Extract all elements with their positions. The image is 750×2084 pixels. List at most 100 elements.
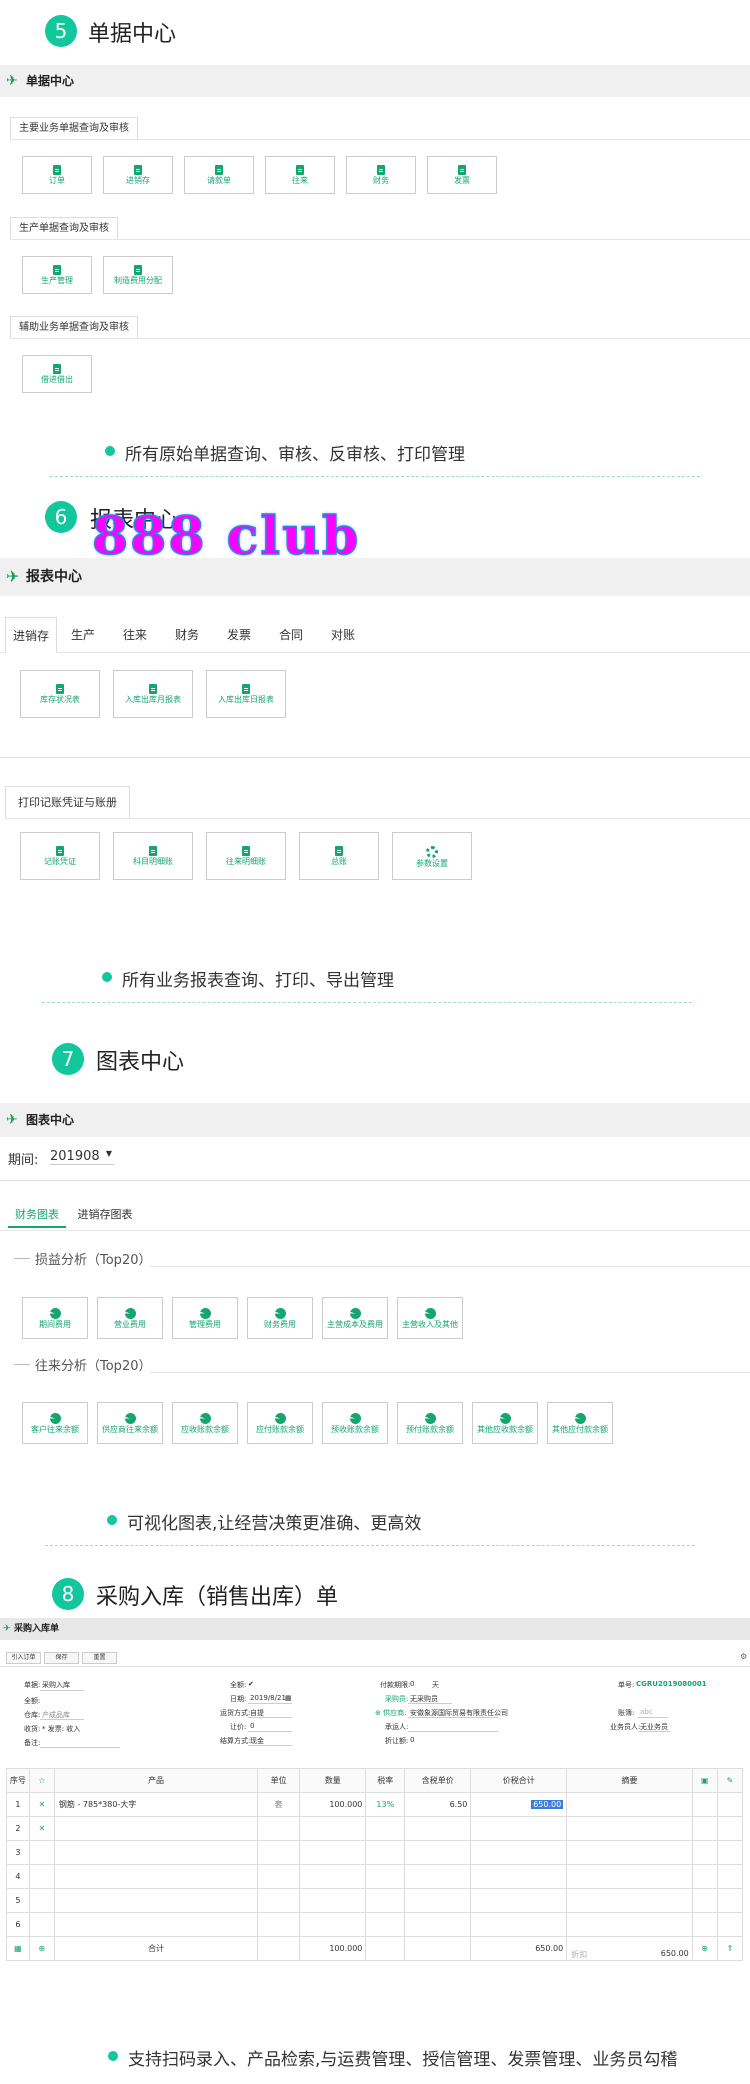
type-select[interactable]: 采购入库 [42, 1680, 70, 1690]
module-button[interactable]: 财务费用 [247, 1297, 313, 1339]
module-button[interactable]: 入库出库日报表 [206, 670, 286, 718]
chart-icon [349, 1308, 361, 1319]
table-cell [691, 1840, 718, 1865]
docno-value: CGRU2019080001 [636, 1680, 707, 1688]
module-button[interactable]: 库存状况表 [20, 670, 100, 718]
table-row[interactable]: 4 [6, 1864, 744, 1889]
column-header: 单位 [257, 1768, 301, 1793]
report-tab[interactable]: 合同 [265, 617, 317, 653]
module-button[interactable]: 记账凭证 [20, 832, 100, 880]
report-tab[interactable]: 生产 [57, 617, 109, 653]
price-cell[interactable]: 6.50 [404, 1792, 472, 1817]
memo-cell[interactable] [566, 1792, 693, 1817]
group-tab[interactable]: 辅助业务单据查询及审核 [10, 316, 138, 338]
module-button[interactable]: 生产管理 [22, 256, 92, 294]
module-button[interactable]: 制造费用分配 [103, 256, 173, 294]
module-button[interactable]: 应付账款余额 [247, 1402, 313, 1444]
module-button[interactable]: 供应商往来余额 [97, 1402, 163, 1444]
product-cell[interactable]: 钢筋 - 785*380-大字 [53, 1792, 259, 1817]
button-label: 库存状况表 [40, 695, 80, 704]
acct-select[interactable]: abc [640, 1708, 653, 1716]
document-icon [149, 846, 157, 856]
report-tab[interactable]: 进销存 [5, 617, 57, 653]
total-cell[interactable]: 650.00 [470, 1792, 568, 1817]
module-button[interactable]: 往来 [265, 156, 335, 194]
collapse-icon[interactable]: ⇑ [716, 1936, 744, 1961]
module-button[interactable]: 期间费用 [22, 1297, 88, 1339]
module-button[interactable]: 预收账款余额 [322, 1402, 388, 1444]
module-button[interactable]: 请款单 [184, 156, 254, 194]
module-button[interactable]: 营业费用 [97, 1297, 163, 1339]
table-cell [365, 1936, 406, 1961]
button-label: 往来明细账 [226, 857, 266, 866]
button-label: 往来 [292, 176, 308, 185]
toolbar-button[interactable]: 保存 [44, 1652, 79, 1664]
module-button[interactable]: 其他应收款余额 [472, 1402, 538, 1444]
type-label: 单据: [24, 1681, 41, 1689]
module-button[interactable]: 预付账款余额 [397, 1402, 463, 1444]
module-button[interactable]: 其他应付款余额 [547, 1402, 613, 1444]
module-button[interactable]: 财务 [346, 156, 416, 194]
module-button[interactable]: 订单 [22, 156, 92, 194]
button-label: 科目明细账 [133, 857, 173, 866]
report-tab[interactable]: 对账 [317, 617, 369, 653]
module-button[interactable]: 主营收入及其他 [397, 1297, 463, 1339]
column-header: 数量 [299, 1768, 367, 1793]
module-button[interactable]: 进销存 [103, 156, 173, 194]
sum-row: ▦ ⊕ 合计 100.000 650.00 折扣 650.00 ⊕ ⇑ [6, 1936, 744, 1961]
calculator-icon[interactable]: ▦ [6, 1936, 30, 1961]
tab-finance-charts[interactable]: 财务图表 [8, 1206, 66, 1228]
table-body: 1 ✕ 钢筋 - 785*380-大字套 100.000 13% 6.50 650.00 2 ✕… [6, 1792, 744, 1961]
delete-icon[interactable]: ✕ [28, 1792, 55, 1817]
table-cell [53, 1840, 259, 1865]
calendar-icon[interactable]: ▦ [285, 1694, 292, 1702]
check-icon[interactable]: ✔ [248, 1680, 254, 1688]
group-tab[interactable]: 主要业务单据查询及审核 [10, 117, 138, 139]
button-label: 订单 [49, 176, 65, 185]
module-button[interactable]: 往来明细账 [206, 832, 286, 880]
toolbar-button[interactable]: 重置 [82, 1652, 117, 1664]
table-row[interactable]: 1 ✕ 钢筋 - 785*380-大字套 100.000 13% 6.50 650.00 [6, 1792, 744, 1817]
module-button[interactable]: 发票 [427, 156, 497, 194]
table-row[interactable]: 2 ✕ [6, 1816, 744, 1841]
module-button[interactable]: 借进借出 [22, 355, 92, 393]
discount-cell[interactable]: 折扣 650.00 [566, 1936, 693, 1961]
fold-input[interactable]: 0 [410, 1736, 414, 1744]
settings-icon[interactable]: ⚙ [740, 1652, 747, 1661]
delete-icon[interactable]: ✕ [28, 1816, 55, 1841]
module-button[interactable]: 科目明细账 [113, 832, 193, 880]
module-button[interactable]: 入库出库月报表 [113, 670, 193, 718]
caret-down-icon: ▼ [105, 1149, 112, 1158]
ship-label: 运货方式: [220, 1709, 251, 1717]
table-cell [53, 1864, 259, 1889]
table-row[interactable]: 6 [6, 1912, 744, 1937]
report-tab[interactable]: 财务 [161, 617, 213, 653]
edit-icon[interactable]: ✎ [716, 1768, 744, 1793]
term-input[interactable]: 0 [410, 1680, 414, 1688]
module-button[interactable]: 参数设置 [392, 832, 472, 880]
qty-cell[interactable]: 100.000 [299, 1792, 367, 1817]
report-tab[interactable]: 往来 [109, 617, 161, 653]
date-input[interactable]: 2019/8/21 [250, 1694, 286, 1702]
group-tab[interactable]: 生产单据查询及审核 [10, 217, 118, 239]
table-row[interactable]: 5 [6, 1888, 744, 1913]
module-button[interactable]: 客户往来余额 [22, 1402, 88, 1444]
table-cell [257, 1888, 301, 1913]
table-cell [28, 1888, 55, 1913]
grid-icon[interactable]: ▣ [691, 1768, 718, 1793]
add-row-icon[interactable]: ⊕ [28, 1936, 55, 1961]
module-button[interactable]: 总账 [299, 832, 379, 880]
module-button[interactable]: 管理费用 [172, 1297, 238, 1339]
module-button[interactable]: 应收账款余额 [172, 1402, 238, 1444]
period-select[interactable]: 201908 ▼ [50, 1149, 114, 1165]
toolbar-button[interactable]: 引入订单 [6, 1652, 41, 1664]
discount-input[interactable]: 0 [250, 1722, 254, 1730]
report-tab[interactable]: 发票 [213, 617, 265, 653]
add-icon[interactable]: ⊕ [691, 1936, 718, 1961]
tab-inventory-charts[interactable]: 进销存图表 [70, 1206, 140, 1222]
document-icon [242, 684, 250, 694]
group-tab[interactable]: 打印记账凭证与账册 [5, 786, 130, 818]
row-number: 2 [6, 1816, 30, 1841]
table-row[interactable]: 3 [6, 1840, 744, 1865]
module-button[interactable]: 主营成本及费用 [322, 1297, 388, 1339]
